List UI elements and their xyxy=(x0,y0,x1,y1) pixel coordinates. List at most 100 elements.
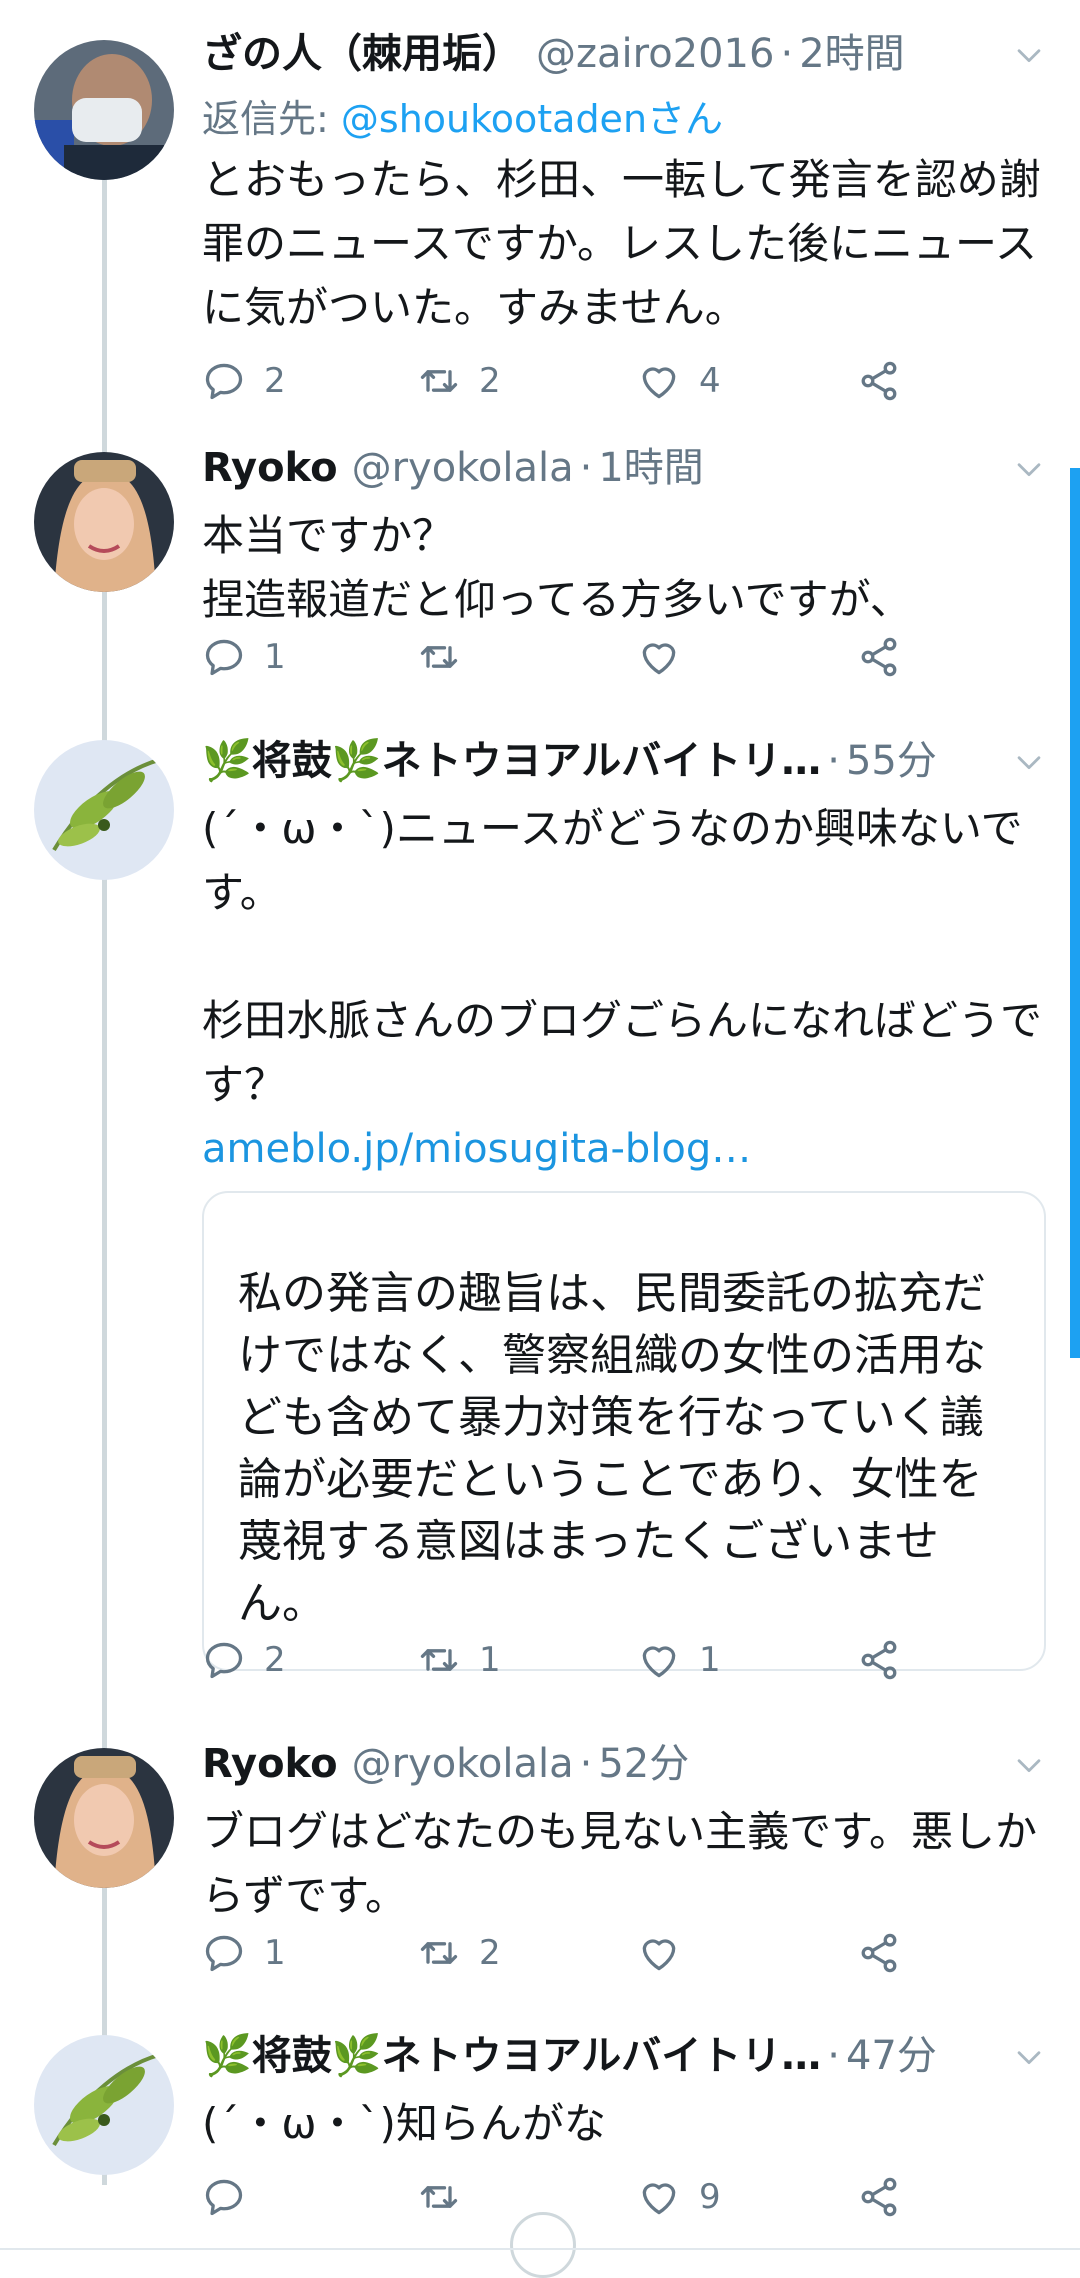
retweet-button[interactable]: 2 xyxy=(417,346,501,416)
tweet-actions: 1 2 xyxy=(202,1918,902,1988)
tweet-actions: 2 2 4 xyxy=(202,346,902,416)
avatar[interactable] xyxy=(34,40,174,180)
reply-to-user-link[interactable]: @shoukootadenさん xyxy=(341,97,723,141)
share-button[interactable] xyxy=(857,622,901,692)
separator-dot: · xyxy=(780,31,794,77)
reply-to-label: 返信先: xyxy=(202,97,341,141)
reply-button[interactable]: 1 xyxy=(202,622,286,692)
timestamp[interactable]: 55分 xyxy=(846,738,937,784)
separator-dot: · xyxy=(579,1741,593,1787)
tweet-link[interactable]: ameblo.jp/miosugita-blog… xyxy=(202,1117,1046,1181)
tweet[interactable]: Ryoko @ryokolala · 52分 ブログはどなたのも見ない主義です。悪しか… xyxy=(0,1728,1080,1988)
display-name[interactable]: 🌿将鼓🌿ネトウヨアルバイトリ… xyxy=(202,2020,821,2092)
reply-count: 2 xyxy=(264,1640,286,1680)
like-button[interactable] xyxy=(637,622,699,692)
tweet[interactable]: 🌿将鼓🌿ネトウヨアルバイトリ… · 55分 (´・ω・`)ニュースがどうなのか興味な… xyxy=(0,725,1080,1695)
caret-down-icon[interactable] xyxy=(1012,2040,1046,2074)
caret-down-icon[interactable] xyxy=(1012,38,1046,72)
retweet-count: 1 xyxy=(479,1640,501,1680)
avatar[interactable] xyxy=(34,1748,174,1888)
retweet-icon xyxy=(417,2175,461,2219)
retweet-icon xyxy=(417,635,461,679)
share-icon xyxy=(857,635,901,679)
retweet-count: 2 xyxy=(479,1933,501,1973)
caret-down-icon[interactable] xyxy=(1012,745,1046,779)
timestamp[interactable]: 2時間 xyxy=(799,31,904,77)
reply-button[interactable]: 1 xyxy=(202,1918,286,1988)
share-icon xyxy=(857,2175,901,2219)
reply-to: 返信先: @shoukootadenさん xyxy=(202,90,1046,148)
retweet-button[interactable]: 1 xyxy=(417,1625,501,1695)
share-icon xyxy=(857,1638,901,1682)
like-icon xyxy=(637,1638,681,1682)
username[interactable]: @zairo2016 xyxy=(536,31,774,77)
like-count: 1 xyxy=(699,1640,721,1680)
display-name[interactable]: 🌿将鼓🌿ネトウヨアルバイトリ… xyxy=(202,725,821,797)
reply-icon xyxy=(202,635,246,679)
share-icon xyxy=(857,1931,901,1975)
retweet-button[interactable]: 2 xyxy=(417,1918,501,1988)
tweet-header: ざの人（棘用垢） @zairo2016 · 2時間 xyxy=(202,18,1046,90)
share-button[interactable] xyxy=(857,346,901,416)
avatar[interactable] xyxy=(34,452,174,592)
tweet-actions: 1 xyxy=(202,622,902,692)
like-count: 9 xyxy=(699,2177,721,2217)
tweet-header: 🌿将鼓🌿ネトウヨアルバイトリ… · 47分 xyxy=(202,2020,1046,2092)
like-icon xyxy=(637,635,681,679)
separator-dot: · xyxy=(827,2033,840,2079)
username[interactable]: @ryokolala xyxy=(352,445,574,491)
like-button[interactable]: 9 xyxy=(637,2162,721,2232)
display-name[interactable]: ざの人（棘用垢） xyxy=(202,31,522,77)
divider xyxy=(0,2248,1080,2250)
share-button[interactable] xyxy=(857,2162,901,2232)
like-icon xyxy=(637,2175,681,2219)
display-name[interactable]: Ryoko xyxy=(202,1741,338,1787)
tweet-header: Ryoko @ryokolala · 1時間 xyxy=(202,432,1046,504)
retweet-button[interactable] xyxy=(417,622,479,692)
like-icon xyxy=(637,359,681,403)
caret-down-icon[interactable] xyxy=(1012,1748,1046,1782)
display-name[interactable]: Ryoko xyxy=(202,445,338,491)
retweet-icon xyxy=(417,1638,461,1682)
like-button[interactable]: 1 xyxy=(637,1625,721,1695)
tweet-header: Ryoko @ryokolala · 52分 xyxy=(202,1728,1046,1800)
tweet-actions: 2 1 1 xyxy=(202,1625,902,1695)
separator-dot: · xyxy=(827,738,840,784)
like-icon xyxy=(637,1931,681,1975)
tweet-text: (´・ω・`)知らんがな xyxy=(202,2099,606,2148)
reply-count: 1 xyxy=(264,637,286,677)
reply-icon xyxy=(202,1931,246,1975)
reply-button[interactable] xyxy=(202,2162,264,2232)
username[interactable]: @ryokolala xyxy=(352,1741,574,1787)
timestamp[interactable]: 1時間 xyxy=(598,445,703,491)
link-card[interactable]: ます。 私の発言の趣旨は、民間委託の拡充だ けではなく、警察組織の女性の活用な … xyxy=(202,1191,1046,1671)
link-card-text: ます。 私の発言の趣旨は、民間委託の拡充だ けではなく、警察組織の女性の活用な … xyxy=(238,1193,986,1629)
reply-button[interactable]: 2 xyxy=(202,1625,286,1695)
reply-count: 2 xyxy=(264,361,286,401)
like-button[interactable] xyxy=(637,1918,699,1988)
timestamp[interactable]: 47分 xyxy=(846,2033,937,2079)
retweet-button[interactable] xyxy=(417,2162,479,2232)
share-button[interactable] xyxy=(857,1918,901,1988)
tweet[interactable]: ざの人（棘用垢） @zairo2016 · 2時間 返信先: @shoukootade… xyxy=(0,18,1080,408)
tweet-text: とおもったら、杉田、一転して発言を認め謝 罪のニュースですか。レスした後にニュー… xyxy=(202,155,1041,332)
avatar[interactable] xyxy=(34,2035,174,2175)
timestamp[interactable]: 52分 xyxy=(598,1741,689,1787)
retweet-icon xyxy=(417,1931,461,1975)
caret-down-icon[interactable] xyxy=(1012,452,1046,486)
separator-dot: · xyxy=(579,445,593,491)
share-button[interactable] xyxy=(857,1625,901,1695)
tweet[interactable]: Ryoko @ryokolala · 1時間 本当ですか？ 捏造報道だと仰ってる方多い… xyxy=(0,432,1080,722)
tweet-text: ブログはどなたのも見ない主義です。悪しか らずです。 xyxy=(202,1807,1037,1920)
tweet-text: (´・ω・`)ニュースがどうなのか興味ないで す。 杉田水脈さんのブログごらんに… xyxy=(202,804,1043,1109)
retweet-count: 2 xyxy=(479,361,501,401)
retweet-icon xyxy=(417,359,461,403)
share-icon xyxy=(857,359,901,403)
avatar[interactable] xyxy=(34,740,174,880)
home-indicator[interactable] xyxy=(510,2212,576,2278)
reply-button[interactable]: 2 xyxy=(202,346,286,416)
reply-count: 1 xyxy=(264,1933,286,1973)
tweet-text: 本当ですか？ 捏造報道だと仰ってる方多いですが、 xyxy=(202,511,912,624)
reply-icon xyxy=(202,1638,246,1682)
like-button[interactable]: 4 xyxy=(637,346,721,416)
